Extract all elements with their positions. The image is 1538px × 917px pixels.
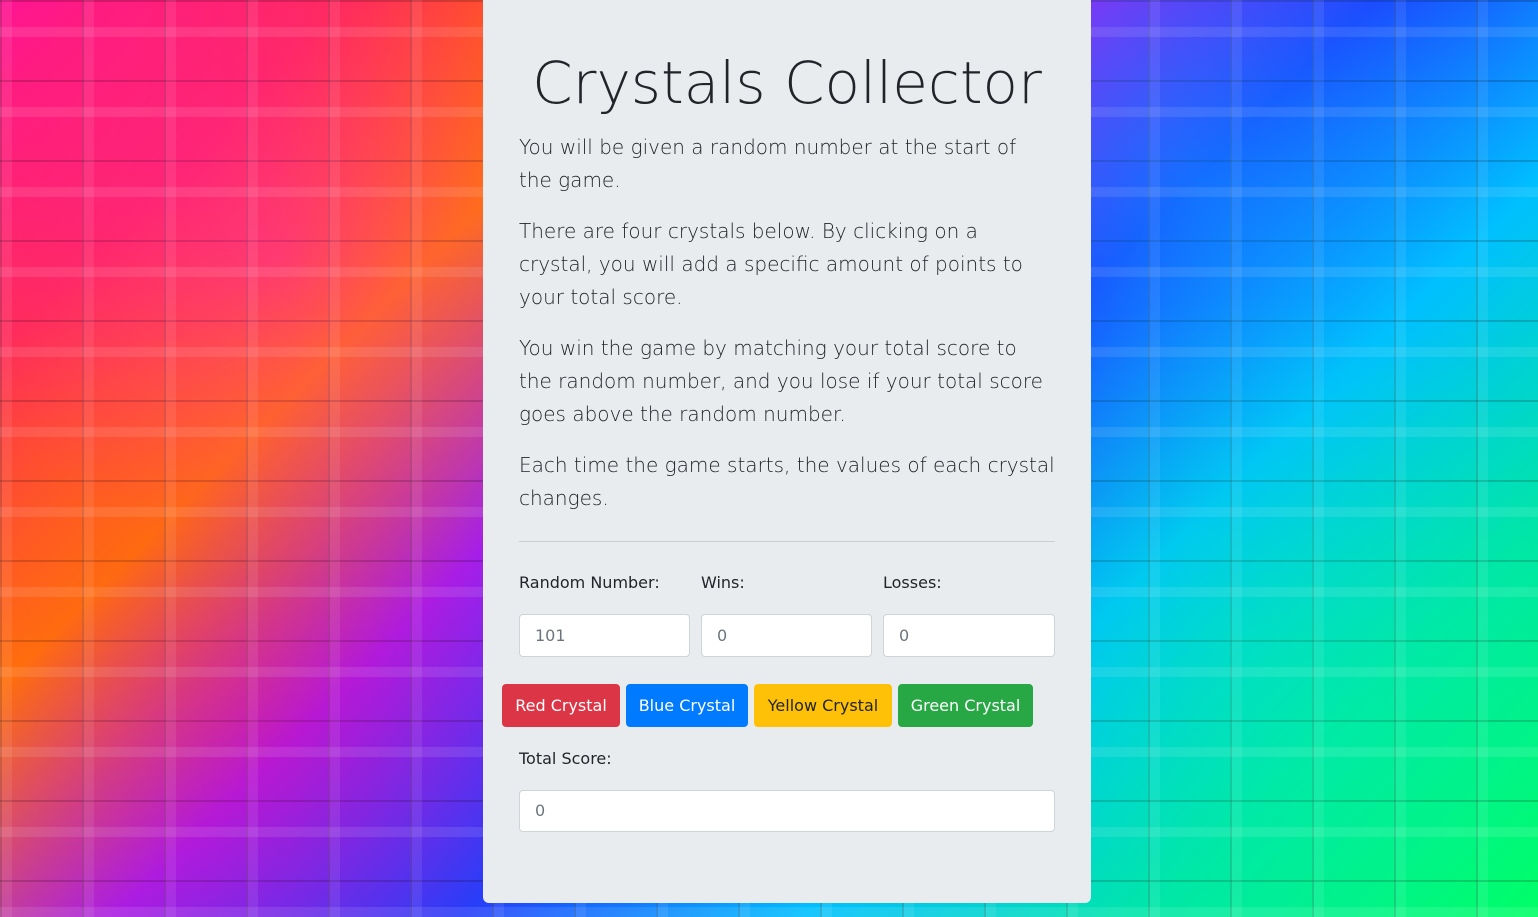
section-divider xyxy=(519,541,1055,542)
green-crystal-button[interactable]: Green Crystal xyxy=(898,684,1033,727)
wins-field[interactable]: 0 xyxy=(701,614,872,657)
game-panel: Crystals Collector You will be given a r… xyxy=(483,0,1091,903)
total-score-field[interactable]: 0 xyxy=(519,790,1055,832)
losses-label: Losses: xyxy=(883,573,942,592)
instruction-2: There are four crystals below. By clicki… xyxy=(519,219,1023,309)
total-score-label: Total Score: xyxy=(519,749,612,768)
yellow-crystal-button[interactable]: Yellow Crystal xyxy=(754,684,892,727)
red-crystal-button[interactable]: Red Crystal xyxy=(502,684,620,727)
wins-label: Wins: xyxy=(701,573,745,592)
losses-field[interactable]: 0 xyxy=(883,614,1055,657)
instruction-1: You will be given a random number at the… xyxy=(519,135,1017,192)
blue-crystal-button[interactable]: Blue Crystal xyxy=(626,684,748,727)
random-number-field[interactable]: 101 xyxy=(519,614,690,657)
instruction-3: You win the game by matching your total … xyxy=(519,336,1043,426)
page-title: Crystals Collector xyxy=(532,49,1042,117)
random-number-label: Random Number: xyxy=(519,573,660,592)
instruction-4: Each time the game starts, the values of… xyxy=(519,453,1055,510)
